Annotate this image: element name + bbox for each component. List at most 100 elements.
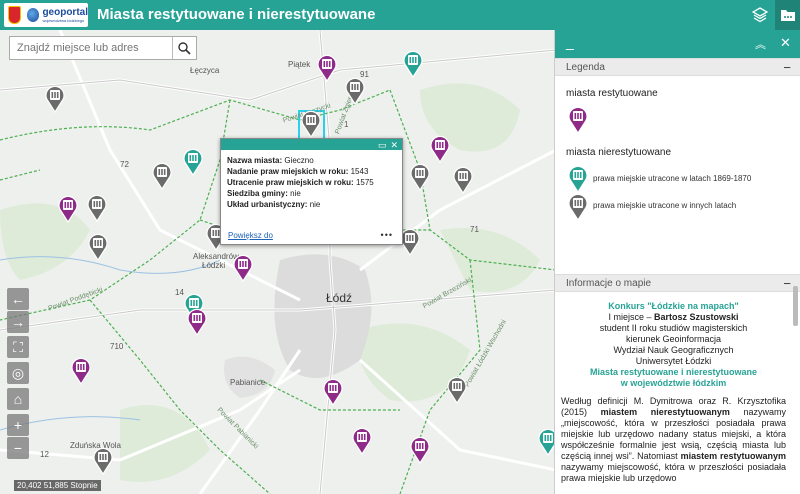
map-label-piatek: Piątek [288, 60, 311, 69]
place-prefix: I miejsce – [608, 312, 654, 322]
panel-toolbar: _ ︽ ✕ [555, 30, 800, 58]
map-label-lodz: Łódź [326, 291, 353, 305]
folder-icon [780, 10, 795, 21]
city-marker-icon[interactable] [71, 357, 91, 386]
feature-popup: ▭ ✕ Nazwa miasta: Gieczno Nadanie praw mi… [220, 138, 403, 245]
popup-field-value: 1575 [355, 178, 374, 187]
city-marker-icon[interactable] [410, 436, 430, 465]
collapse-info-icon[interactable]: − [783, 275, 791, 292]
close-panel-icon[interactable]: ✕ [780, 35, 791, 51]
map-view[interactable]: Łęczyca Piątek Powiat Łęczycki Powiat Zg… [0, 30, 556, 494]
minus-icon: − [13, 440, 23, 456]
popup-field-label: Siedziba gminy: [227, 189, 291, 198]
fullscreen-icon: ⛶ [13, 338, 23, 355]
basemap [0, 30, 556, 494]
panel-scrollbar[interactable] [793, 286, 798, 326]
city-marker-icon[interactable] [323, 378, 343, 407]
fullscreen-button[interactable]: ⛶ [7, 336, 29, 358]
home-icon: ⌂ [13, 391, 23, 407]
popup-content: Nazwa miasta: Gieczno Nadanie praw miejsk… [221, 150, 402, 215]
logo-text: geoportal [42, 6, 88, 18]
contest-name: Konkurs "Łódzkie na mapach" [608, 301, 739, 311]
map-label-aleksandrow-1: Aleksandrów [193, 252, 239, 261]
zoom-in-button[interactable]: + [7, 414, 29, 436]
map-label-aleksandrow-2: Łódzki [202, 261, 226, 270]
author-name: Bartosz Szustowski [653, 312, 739, 322]
popup-titlebar: ▭ ✕ [221, 139, 402, 150]
city-marker-icon[interactable] [187, 308, 207, 337]
road-label-14: 14 [175, 288, 184, 297]
city-marker-icon[interactable] [400, 228, 420, 257]
chevron-up-icon[interactable]: ︽ [755, 36, 766, 52]
popup-field: Nazwa miasta: Gieczno [227, 155, 396, 166]
city-marker-icon[interactable] [88, 233, 108, 262]
popup-field-label: Układ urbanistyczny: [227, 200, 310, 209]
logo-subtext: województwa łódzkiego [42, 17, 85, 23]
maximize-icon[interactable]: ▭ [378, 140, 387, 150]
search-input[interactable] [10, 37, 172, 59]
city-marker-icon[interactable] [453, 166, 473, 195]
info-title: Informacje o mapie [566, 278, 652, 289]
city-marker-icon[interactable] [345, 77, 365, 106]
popup-field-label: Nazwa miasta: [227, 156, 285, 165]
map-label-leczyca: Łęczyca [190, 66, 220, 75]
legend-header-nierestytuowane: miasta nierestytuowane [566, 147, 672, 158]
popup-field: Nadanie praw miejskich w roku: 1543 [227, 166, 396, 177]
road-label-1: 1 [344, 120, 349, 129]
city-marker-icon[interactable] [45, 85, 65, 114]
city-marker-icon[interactable] [410, 163, 430, 192]
city-marker-icon[interactable] [58, 195, 78, 224]
city-marker-icon[interactable] [301, 110, 321, 139]
legend-section-header[interactable]: Legenda − [555, 58, 800, 76]
map-info-text: Konkurs "Łódzkie na mapach" I miejsce – … [561, 301, 786, 484]
university: Uniwersytet Łódzki [635, 356, 712, 366]
city-marker-icon[interactable] [352, 427, 372, 456]
city-marker-icon[interactable] [403, 50, 423, 79]
city-marker-icon[interactable] [87, 194, 107, 223]
popup-field: Układ urbanistyczny: nie [227, 199, 396, 210]
city-marker-icon[interactable] [183, 148, 203, 177]
zoom-out-button[interactable]: − [7, 437, 29, 459]
road-label-12: 12 [40, 450, 49, 459]
city-marker-icon[interactable] [447, 376, 467, 405]
zoom-to-link[interactable]: Powiększ do [228, 231, 273, 240]
city-marker-icon[interactable] [233, 254, 253, 283]
city-marker-icon[interactable] [317, 54, 337, 83]
folder-button[interactable] [775, 0, 800, 30]
legend-pin-purple [568, 106, 588, 139]
popup-field: Siedziba gminy: nie [227, 188, 396, 199]
popup-field-value: nie [290, 189, 301, 198]
locate-button[interactable]: ◎ [7, 362, 29, 384]
popup-field-label: Utracenie praw miejskich w roku: [227, 178, 356, 187]
collapse-legend-icon[interactable]: − [783, 59, 791, 76]
city-marker-icon[interactable] [430, 135, 450, 164]
back-extent-button[interactable]: ← [7, 288, 29, 310]
more-options-button[interactable]: ••• [381, 230, 393, 240]
legend-title: Legenda [566, 62, 605, 73]
locate-icon: ◎ [11, 364, 25, 381]
home-button[interactable]: ⌂ [7, 388, 29, 410]
city-marker-icon[interactable] [93, 447, 113, 476]
city-marker-icon[interactable] [152, 162, 172, 191]
search-button[interactable] [172, 37, 196, 59]
close-icon[interactable]: ✕ [390, 140, 398, 150]
info-section-header[interactable]: Informacje o mapie − [555, 274, 800, 292]
layers-icon [752, 7, 768, 23]
side-panel: _ ︽ ✕ Legenda − miasta restytuowane mias… [554, 30, 800, 494]
popup-field-value: 1543 [350, 167, 369, 176]
road-label-72: 72 [120, 160, 129, 169]
arrow-left-icon: ← [11, 291, 25, 307]
search-box [9, 36, 197, 60]
forward-extent-button[interactable]: → [7, 311, 29, 333]
geoportal-logo[interactable]: geoportal województwa łódzkiego [4, 3, 88, 27]
legend-header-restytuowane: miasta restytuowane [566, 88, 658, 99]
legend-pin-gray [568, 193, 588, 226]
map-title-2: w województwie łódzkim [620, 378, 727, 388]
faculty: Wydział Nauk Geograficznych [613, 345, 734, 355]
popup-field-value: Gieczno [284, 156, 314, 165]
layers-button[interactable] [747, 0, 773, 30]
popup-field-label: Nadanie praw miejskich w roku: [227, 167, 351, 176]
minimize-icon[interactable]: _ [566, 34, 574, 50]
app-header: geoportal województwa łódzkiego Miasta r… [0, 0, 800, 30]
app-title: Miasta restytuowane i nierestytuowane [97, 6, 376, 23]
